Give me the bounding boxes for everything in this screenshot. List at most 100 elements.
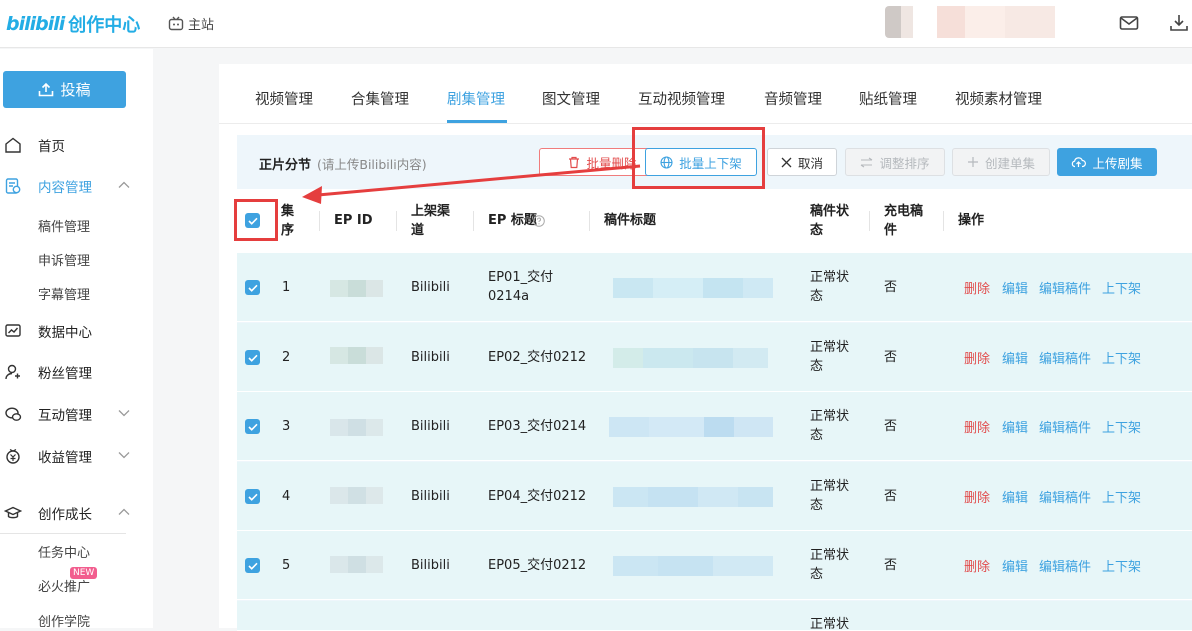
cell-ep-title: EP05_交付0212 <box>488 558 587 573</box>
sidebar-item-label: 粉丝管理 <box>38 366 92 382</box>
plus-icon <box>967 157 978 167</box>
sidebar-item-revenue[interactable]: 收益管理 <box>0 443 153 469</box>
tab-interactive-video[interactable]: 互动视频管理 <box>638 88 725 109</box>
sidebar: 投稿 首页 内容管理 稿件管理 申诉管理 字幕管理 数据中心 粉丝管理 互动管理… <box>0 49 153 630</box>
shelf-link[interactable]: 上下架 <box>1102 556 1141 575</box>
cell-status: 正常状态 <box>810 270 850 304</box>
edit-link[interactable]: 编辑 <box>1002 348 1028 367</box>
cell-status: 正常状态 <box>810 548 850 582</box>
column-header-charge: 充电稿件 <box>884 204 924 238</box>
cell-status: 正常状态 <box>810 409 850 443</box>
delete-link[interactable]: 删除 <box>964 417 990 436</box>
sidebar-item-fans[interactable]: 粉丝管理 <box>0 359 153 385</box>
main-site-link[interactable]: 主站 <box>168 14 214 33</box>
sidebar-subitem-appeals[interactable]: 申诉管理 <box>38 250 90 269</box>
cell-channel: Bilibili <box>411 489 450 504</box>
check-icon <box>247 562 258 570</box>
row-checkbox[interactable] <box>245 280 260 295</box>
cell-ep-title: EP03_交付0214 <box>488 419 587 434</box>
sidebar-item-data[interactable]: 数据中心 <box>0 318 153 344</box>
logo[interactable]: bilibili 创作中心 <box>6 11 140 37</box>
table-row-partial: 正常状 <box>237 601 1192 631</box>
help-icon[interactable] <box>533 215 545 227</box>
cell-status: 正常状态 <box>810 479 850 513</box>
download-icon[interactable] <box>1168 12 1190 34</box>
row-checkbox[interactable] <box>245 350 260 365</box>
sidebar-item-content[interactable]: 内容管理 <box>0 173 153 199</box>
sidebar-item-interaction[interactable]: 互动管理 <box>0 401 153 427</box>
shelf-link[interactable]: 上下架 <box>1102 278 1141 297</box>
sidebar-item-growth[interactable]: 创作成长 <box>0 500 153 526</box>
new-badge: NEW <box>70 567 98 579</box>
adjust-sort-button[interactable]: 调整排序 <box>845 148 945 176</box>
edit-link[interactable]: 编辑 <box>1002 556 1028 575</box>
edit-link[interactable]: 编辑 <box>1002 487 1028 506</box>
ep-id-blurred <box>330 487 383 504</box>
edit-manuscript-link[interactable]: 编辑稿件 <box>1039 556 1091 575</box>
delete-link[interactable]: 删除 <box>964 278 990 297</box>
tab-article[interactable]: 图文管理 <box>542 88 600 109</box>
edit-link[interactable]: 编辑 <box>1002 278 1028 297</box>
manuscript-title-blurred[interactable] <box>609 417 773 437</box>
sidebar-subitem-subtitles[interactable]: 字幕管理 <box>38 284 90 303</box>
edit-manuscript-link[interactable]: 编辑稿件 <box>1039 487 1091 506</box>
edit-manuscript-link[interactable]: 编辑稿件 <box>1039 348 1091 367</box>
edit-manuscript-link[interactable]: 编辑稿件 <box>1039 417 1091 436</box>
tab-video-material[interactable]: 视频素材管理 <box>955 88 1042 109</box>
chevron-down-icon <box>118 410 130 417</box>
sidebar-item-label: 数据中心 <box>38 325 92 341</box>
column-separator <box>396 211 397 231</box>
graduation-icon <box>4 506 22 519</box>
tab-collection[interactable]: 合集管理 <box>351 88 409 109</box>
sidebar-item-label: 互动管理 <box>38 408 92 424</box>
ep-id-blurred <box>330 347 383 364</box>
table-row: 4 Bilibili EP04_交付0212 正常状态 否 删除 编辑 编辑稿件… <box>237 462 1192 531</box>
delete-link[interactable]: 删除 <box>964 348 990 367</box>
sidebar-item-home[interactable]: 首页 <box>0 132 153 158</box>
upload-button[interactable]: 投稿 <box>3 71 126 108</box>
tab-sticker[interactable]: 贴纸管理 <box>859 88 917 109</box>
check-icon <box>247 423 258 431</box>
column-header-ep-title: EP 标题 <box>488 213 537 228</box>
shelf-link[interactable]: 上下架 <box>1102 417 1141 436</box>
cell-charge: 否 <box>884 350 898 365</box>
chevron-down-icon <box>118 452 130 459</box>
row-checkbox[interactable] <box>245 558 260 573</box>
edit-link[interactable]: 编辑 <box>1002 417 1028 436</box>
create-single-button[interactable]: 创建单集 <box>952 148 1050 176</box>
row-checkbox[interactable] <box>245 489 260 504</box>
sidebar-subitem-manuscripts[interactable]: 稿件管理 <box>38 216 90 235</box>
sidebar-item-label: 首页 <box>38 139 65 155</box>
user-info-blurred[interactable] <box>885 6 1085 38</box>
row-checkbox[interactable] <box>245 419 260 434</box>
delete-link[interactable]: 删除 <box>964 556 990 575</box>
column-separator <box>473 211 474 231</box>
manuscript-title-blurred[interactable] <box>613 278 773 298</box>
cancel-button[interactable]: 取消 <box>767 148 837 176</box>
cell-charge: 否 <box>884 419 898 434</box>
shelf-link[interactable]: 上下架 <box>1102 348 1141 367</box>
cell-ep-title: EP01_交付0214a <box>488 270 554 304</box>
tab-audio[interactable]: 音频管理 <box>764 88 822 109</box>
sidebar-item-label: 创作成长 <box>38 507 92 523</box>
upload-series-button[interactable]: 上传剧集 <box>1057 148 1157 176</box>
manuscript-title-blurred[interactable] <box>613 487 773 507</box>
column-separator <box>319 211 320 231</box>
check-icon <box>247 354 258 362</box>
shelf-link[interactable]: 上下架 <box>1102 487 1141 506</box>
mail-icon[interactable] <box>1118 12 1140 34</box>
cell-channel: Bilibili <box>411 419 450 434</box>
delete-link[interactable]: 删除 <box>964 487 990 506</box>
sidebar-subitem-tasks[interactable]: 任务中心 <box>38 542 90 561</box>
cell-order: 5 <box>282 558 291 573</box>
tab-video[interactable]: 视频管理 <box>255 88 313 109</box>
column-separator <box>943 211 944 231</box>
chat-icon <box>5 407 22 421</box>
edit-manuscript-link[interactable]: 编辑稿件 <box>1039 278 1091 297</box>
manuscript-title-blurred[interactable] <box>613 556 773 576</box>
sidebar-subitem-academy[interactable]: 创作学院 <box>38 611 90 630</box>
manuscript-title-blurred[interactable] <box>613 348 768 368</box>
money-icon <box>6 448 20 464</box>
tab-series[interactable]: 剧集管理 <box>447 88 505 109</box>
cell-ep-title: EP04_交付0212 <box>488 489 587 504</box>
